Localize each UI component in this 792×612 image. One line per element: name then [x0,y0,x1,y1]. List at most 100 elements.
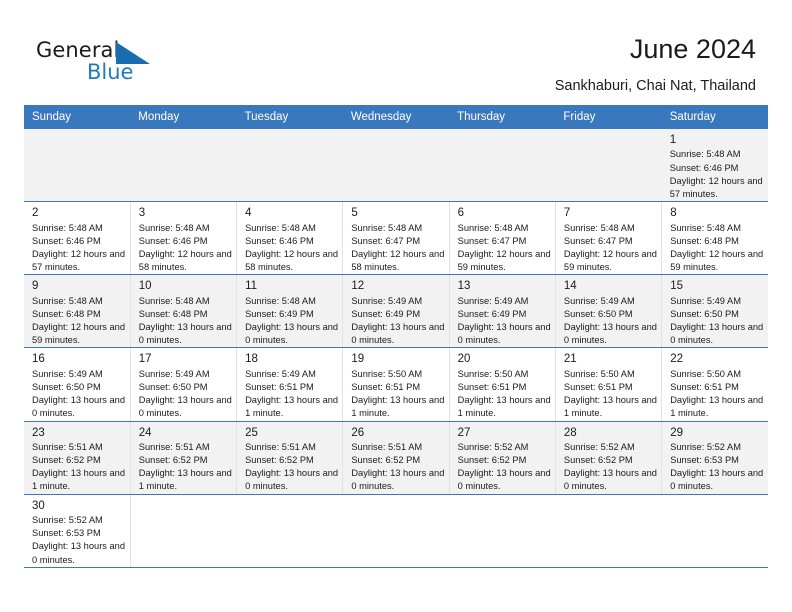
day-number: 1 [669,134,677,146]
daylight-text: Daylight: 13 hours and 0 minutes. [32,395,126,419]
weekday-header-tuesday: Tuesday [236,105,343,129]
general-blue-logo[interactable]: General Blue [36,40,176,92]
day-details: Sunrise: 5:48 AM Sunset: 6:46 PM Daylight:… [662,148,768,201]
calendar-day-cell-empty [236,494,343,568]
sunset-text: Sunset: 6:46 PM [138,235,208,246]
calendar-day-cell[interactable]: 12 Sunrise: 5:49 AM Sunset: 6:49 PM Dayligh… [342,274,450,349]
sunset-text: Sunset: 6:51 PM [563,381,633,392]
day-details: Sunrise: 5:48 AM Sunset: 6:46 PM Daylight:… [24,222,130,275]
calendar-day-cell[interactable]: 29 Sunrise: 5:52 AM Sunset: 6:53 PM Dayligh… [661,421,768,495]
day-details: Sunrise: 5:48 AM Sunset: 6:46 PM Daylight:… [237,222,342,275]
calendar-week-row: 16 Sunrise: 5:49 AM Sunset: 6:50 PM Dayligh… [24,347,768,422]
day-details: Sunrise: 5:48 AM Sunset: 6:47 PM Daylight:… [343,222,448,275]
calendar-day-cell[interactable]: 9 Sunrise: 5:48 AM Sunset: 6:48 PM Daylight… [24,274,131,349]
day-number: 8 [670,207,677,220]
sunrise-text: Sunrise: 5:52 AM [457,441,529,452]
calendar-page: General Blue June 2024 Sankhaburi, Chai … [0,0,792,612]
calendar-day-cell-empty [342,494,450,568]
calendar-day-cell[interactable]: 23 Sunrise: 5:51 AM Sunset: 6:52 PM Dayligh… [24,421,131,495]
calendar-day-cell[interactable]: 28 Sunrise: 5:52 AM Sunset: 6:52 PM Dayligh… [555,421,663,495]
day-details: Sunrise: 5:49 AM Sunset: 6:51 PM Daylight:… [237,368,342,421]
day-details: Sunrise: 5:51 AM Sunset: 6:52 PM Daylight:… [131,441,236,494]
calendar-day-cell[interactable]: 24 Sunrise: 5:51 AM Sunset: 6:52 PM Dayligh… [130,421,238,495]
weekday-header-thursday: Thursday [449,105,556,129]
sunrise-text: Sunrise: 5:51 AM [351,441,423,452]
sunset-text: Sunset: 6:46 PM [32,235,101,246]
calendar-day-cell-empty [449,129,556,203]
day-details: Sunrise: 5:48 AM Sunset: 6:47 PM Daylight:… [450,222,555,275]
calendar-day-cell[interactable]: 14 Sunrise: 5:49 AM Sunset: 6:50 PM Dayligh… [555,274,663,349]
calendar-day-cell[interactable]: 17 Sunrise: 5:49 AM Sunset: 6:50 PM Dayligh… [130,347,238,422]
calendar-day-cell[interactable]: 27 Sunrise: 5:52 AM Sunset: 6:52 PM Dayligh… [449,421,556,495]
daylight-text: Daylight: 12 hours and 59 minutes. [32,322,126,346]
day-details: Sunrise: 5:49 AM Sunset: 6:50 PM Daylight:… [24,368,130,421]
day-details: Sunrise: 5:48 AM Sunset: 6:46 PM Daylight:… [131,222,236,275]
sunset-text: Sunset: 6:50 PM [670,308,739,319]
daylight-text: Daylight: 13 hours and 1 minute. [457,395,551,419]
sunset-text: Sunset: 6:47 PM [457,235,527,246]
calendar-day-cell[interactable]: 6 Sunrise: 5:48 AM Sunset: 6:47 PM Daylight… [449,201,556,276]
day-details: Sunrise: 5:49 AM Sunset: 6:50 PM Daylight:… [556,295,661,348]
daylight-text: Daylight: 12 hours and 59 minutes. [457,248,551,273]
day-details: Sunrise: 5:49 AM Sunset: 6:49 PM Daylight:… [450,295,555,348]
calendar-day-cell[interactable]: 7 Sunrise: 5:48 AM Sunset: 6:47 PM Daylight… [555,201,663,276]
daylight-text: Daylight: 13 hours and 0 minutes. [563,322,657,346]
day-number: 7 [563,207,571,220]
day-number: 22 [670,353,683,366]
day-number: 9 [32,280,39,293]
calendar-day-cell[interactable]: 5 Sunrise: 5:48 AM Sunset: 6:47 PM Daylight… [342,201,450,276]
sunset-text: Sunset: 6:48 PM [138,308,208,319]
calendar-day-cell[interactable]: 30 Sunrise: 5:52 AM Sunset: 6:53 PM Dayligh… [24,494,131,568]
day-number: 4 [245,207,252,220]
daylight-text: Daylight: 13 hours and 0 minutes. [563,468,657,492]
calendar-day-cell[interactable]: 8 Sunrise: 5:48 AM Sunset: 6:48 PM Daylight… [661,201,768,276]
sunrise-text: Sunrise: 5:52 AM [32,515,103,525]
calendar-day-cell[interactable]: 18 Sunrise: 5:49 AM Sunset: 6:51 PM Dayligh… [236,347,344,422]
sunset-text: Sunset: 6:52 PM [245,455,314,466]
day-number: 23 [32,426,45,439]
calendar-day-cell-empty [555,129,662,203]
calendar-day-cell[interactable]: 2 Sunrise: 5:48 AM Sunset: 6:46 PM Daylight… [24,201,131,276]
sunrise-text: Sunrise: 5:50 AM [351,368,423,379]
calendar-day-cell[interactable]: 25 Sunrise: 5:51 AM Sunset: 6:52 PM Dayligh… [236,421,344,495]
calendar-day-cell[interactable]: 4 Sunrise: 5:48 AM Sunset: 6:46 PM Daylight… [236,201,344,276]
sunset-text: Sunset: 6:52 PM [138,455,208,466]
sunset-text: Sunset: 6:46 PM [245,235,314,246]
calendar-day-cell[interactable]: 21 Sunrise: 5:50 AM Sunset: 6:51 PM Dayligh… [555,347,663,422]
calendar-day-cell[interactable]: 11 Sunrise: 5:48 AM Sunset: 6:49 PM Dayligh… [236,274,344,349]
page-subtitle: Sankhaburi, Chai Nat, Thailand [554,78,756,94]
calendar-day-cell-empty [24,129,131,203]
page-header: General Blue June 2024 Sankhaburi, Chai … [0,0,792,104]
sunset-text: Sunset: 6:52 PM [32,455,101,466]
calendar-week-row: 1 Sunrise: 5:48 AM Sunset: 6:46 PM Daylight… [24,129,768,203]
day-details: Sunrise: 5:48 AM Sunset: 6:48 PM Daylight:… [131,295,236,348]
sunrise-sunset-calendar: Sunday Monday Tuesday Wednesday Thursday… [24,105,768,568]
sunrise-text: Sunrise: 5:49 AM [351,295,423,306]
daylight-text: Daylight: 13 hours and 0 minutes. [670,468,764,492]
calendar-day-cell[interactable]: 3 Sunrise: 5:48 AM Sunset: 6:46 PM Daylight… [130,201,238,276]
logo-text-blue: Blue [87,60,134,84]
calendar-day-cell[interactable]: 22 Sunrise: 5:50 AM Sunset: 6:51 PM Dayligh… [661,347,768,422]
daylight-text: Daylight: 13 hours and 0 minutes. [351,468,445,492]
calendar-day-cell[interactable]: 26 Sunrise: 5:51 AM Sunset: 6:52 PM Dayligh… [342,421,450,495]
calendar-day-cell[interactable]: 13 Sunrise: 5:49 AM Sunset: 6:49 PM Dayligh… [449,274,556,349]
sunrise-text: Sunrise: 5:48 AM [669,149,741,160]
day-details: Sunrise: 5:48 AM Sunset: 6:47 PM Daylight:… [556,222,661,275]
day-details: Sunrise: 5:50 AM Sunset: 6:51 PM Daylight:… [662,368,768,421]
calendar-day-cell-empty [449,494,556,568]
daylight-text: Daylight: 12 hours and 59 minutes. [563,248,657,273]
weekday-header-sunday: Sunday [24,105,131,129]
calendar-day-cell[interactable]: 19 Sunrise: 5:50 AM Sunset: 6:51 PM Dayligh… [342,347,450,422]
day-details: Sunrise: 5:52 AM Sunset: 6:53 PM Daylight:… [662,441,768,494]
day-number: 6 [457,207,465,220]
calendar-day-cell[interactable]: 20 Sunrise: 5:50 AM Sunset: 6:51 PM Dayligh… [449,347,556,422]
sunrise-text: Sunrise: 5:48 AM [32,295,103,306]
daylight-text: Daylight: 13 hours and 0 minutes. [138,395,232,419]
daylight-text: Daylight: 13 hours and 1 minute. [245,395,339,419]
calendar-day-cell[interactable]: 15 Sunrise: 5:49 AM Sunset: 6:50 PM Dayligh… [661,274,768,349]
day-number: 26 [351,426,365,439]
calendar-day-cell[interactable]: 10 Sunrise: 5:48 AM Sunset: 6:48 PM Dayligh… [130,274,238,349]
calendar-body: 1 Sunrise: 5:48 AM Sunset: 6:46 PM Daylight… [24,129,768,568]
calendar-day-cell[interactable]: 16 Sunrise: 5:49 AM Sunset: 6:50 PM Dayligh… [24,347,131,422]
calendar-day-cell[interactable]: 1 Sunrise: 5:48 AM Sunset: 6:46 PM Daylight… [661,129,768,203]
